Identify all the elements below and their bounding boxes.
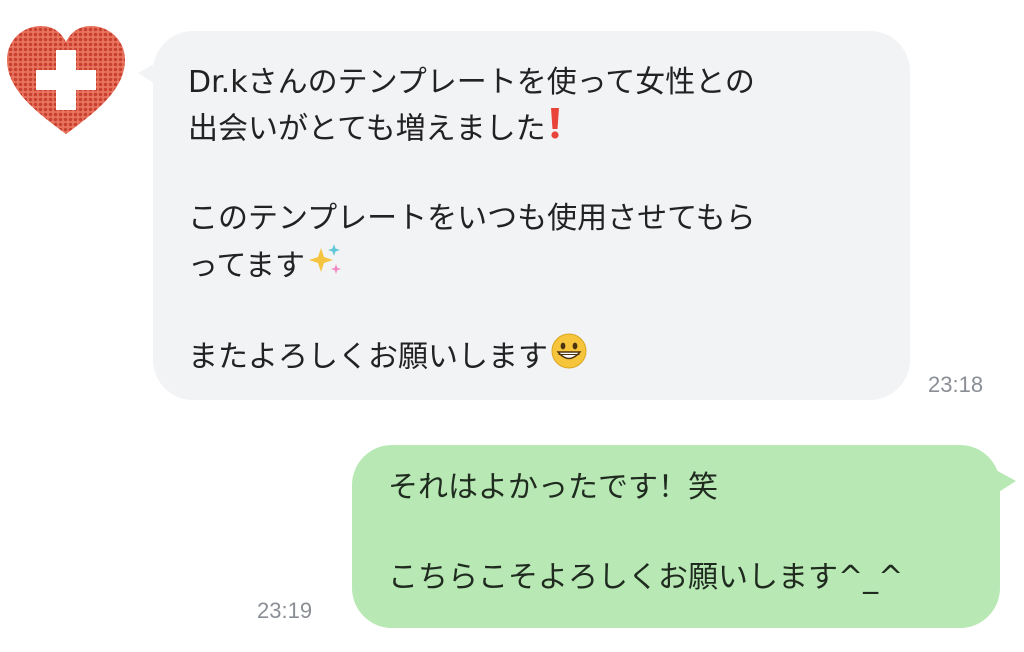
message-line: このテンプレートをいつも使用させてもら (188, 201, 756, 236)
message-timestamp: 23:19 (257, 598, 313, 623)
message-timestamp: 23:18 (928, 372, 984, 397)
bubble-tail (994, 469, 1016, 495)
message-text: 出会いがとても増えました (188, 111, 546, 147)
message-text: ってます (188, 248, 305, 284)
message-line: こちらこそよろしくお願いします^_^ (388, 560, 904, 595)
bubble-tail (138, 61, 160, 87)
message-line: Dr.kさんのテンプレートを使って女性との (188, 65, 755, 100)
heart-cross-icon (7, 26, 125, 134)
avatar[interactable] (3, 22, 129, 138)
outgoing-message-bubble[interactable]: それはよかったです！笑 こちらこそよろしくお願いします^_^ (352, 445, 1016, 628)
exclamation-icon (548, 106, 562, 154)
grinning-face-icon (550, 332, 588, 384)
sparkles-icon (307, 242, 343, 292)
message-line: それはよかったです！笑 (388, 470, 718, 505)
message-gap (188, 288, 910, 332)
message-gap (188, 152, 910, 196)
incoming-message-bubble[interactable]: Dr.kさんのテンプレートを使って女性との 出会いがとても増えました このテンプ… (138, 31, 910, 400)
message-gap (388, 511, 1000, 555)
message-text: またよろしくお願いします (188, 339, 548, 375)
message-line: またよろしくお願いします (188, 332, 910, 378)
message-line: ってます (188, 242, 910, 288)
message-line: 出会いがとても増えました (188, 106, 910, 152)
